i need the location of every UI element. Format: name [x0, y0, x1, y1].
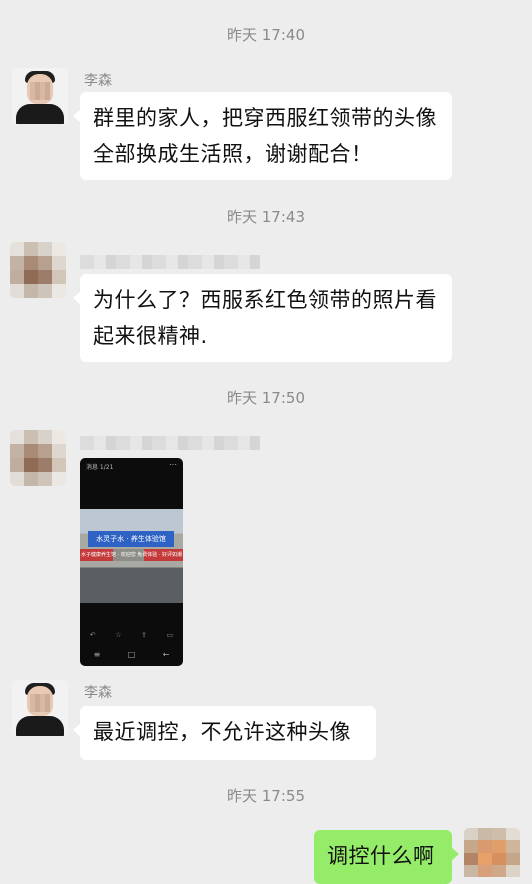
- menu-icon: ≡: [93, 649, 101, 659]
- shop-banner-left: 水子健康养生馆 · 欢迎您: [81, 552, 136, 558]
- message-bubble-self[interactable]: 调控什么啊: [314, 830, 459, 884]
- back-icon: ←: [162, 649, 170, 659]
- screenshot-action-bar: ↶ ☆ ⇪ ▭: [80, 628, 183, 642]
- message-bubble[interactable]: 为什么了？西服系红色领带的照片看起来很精神.: [73, 274, 452, 362]
- timestamp: 昨天 17:50: [227, 389, 305, 407]
- image-message[interactable]: 消息 1/21 ⋯ 水灵子水 · 养生体验馆 水子健康养生馆 · 欢迎您 免费体…: [80, 458, 183, 666]
- message-bubble[interactable]: 最近调控，不允许这种头像: [73, 706, 376, 760]
- reply-icon: ↶: [89, 631, 96, 639]
- sender-name-blurred: [80, 436, 260, 450]
- star-icon: ☆: [115, 631, 122, 639]
- more-icon: ⋯: [169, 460, 177, 469]
- avatar[interactable]: [10, 242, 66, 298]
- message-bubble[interactable]: 群里的家人，把穿西服红领带的头像全部换成生活照，谢谢配合！: [73, 92, 452, 180]
- sender-name-blurred: [80, 255, 260, 269]
- message-text: 群里的家人，把穿西服红领带的头像全部换成生活照，谢谢配合！: [93, 106, 437, 166]
- screenshot-nav-bar: ≡ □ ←: [80, 642, 183, 666]
- message-text: 为什么了？西服系红色领带的照片看起来很精神.: [93, 288, 437, 348]
- sender-name: 李森: [84, 73, 112, 89]
- trash-icon: ▭: [166, 631, 174, 639]
- sender-name: 李森: [84, 685, 112, 701]
- shop-sign: 水灵子水 · 养生体验馆: [88, 531, 174, 547]
- self-avatar[interactable]: [464, 828, 520, 877]
- shop-photo: 水灵子水 · 养生体验馆 水子健康养生馆 · 欢迎您 免费体验 · 好评如潮: [80, 509, 183, 603]
- timestamp: 昨天 17:43: [227, 208, 305, 226]
- avatar[interactable]: [12, 680, 68, 736]
- message-text: 最近调控，不允许这种头像: [93, 720, 351, 744]
- home-icon: □: [127, 649, 136, 659]
- share-icon: ⇪: [141, 631, 147, 639]
- timestamp: 昨天 17:55: [227, 787, 305, 805]
- screenshot-status-text: 消息 1/21: [86, 464, 114, 471]
- avatar[interactable]: [10, 430, 66, 486]
- timestamp: 昨天 17:40: [227, 26, 305, 44]
- shop-banner-right: 免费体验 · 好评如潮: [137, 552, 182, 558]
- avatar[interactable]: [12, 68, 68, 124]
- message-text: 调控什么啊: [327, 844, 435, 868]
